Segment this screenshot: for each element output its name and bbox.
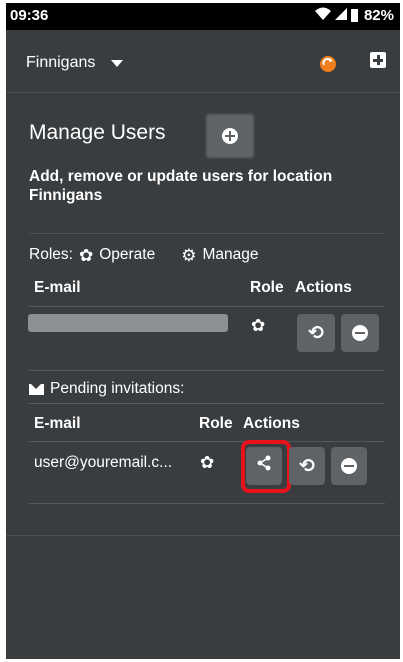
remove-user-button[interactable] [341, 314, 379, 352]
location-name: Finnigans [26, 54, 96, 71]
refresh-icon: ⟲ [299, 455, 315, 477]
section-divider [29, 233, 385, 234]
pending-row-divider [29, 503, 385, 504]
users-actions-header: Actions [295, 279, 352, 296]
pending-divider [29, 403, 385, 404]
gear-icon[interactable]: ✿ [251, 317, 265, 334]
pending-header-divider [29, 441, 385, 442]
status-right: 82% [314, 7, 394, 24]
plus-box-icon[interactable] [370, 52, 386, 68]
gear-icon: ✿ [78, 245, 94, 265]
users-row-divider [29, 370, 385, 371]
gear-icon[interactable]: ✿ [200, 454, 214, 471]
refresh-icon: ⟲ [308, 322, 324, 344]
users-header-divider [29, 306, 385, 307]
users-email-header: E-mail [34, 279, 81, 296]
app-bar: Finnigans [6, 30, 400, 92]
plus-circle-icon [222, 128, 238, 144]
location-selector[interactable]: Finnigans [26, 54, 124, 72]
status-bar: 09:36 82% [6, 3, 400, 30]
pending-label-text: Pending invitations: [50, 380, 185, 397]
highlight-box [241, 440, 291, 493]
users-role-header: Role [250, 279, 284, 296]
battery-level: 82% [363, 7, 394, 24]
chevron-down-icon [111, 59, 124, 67]
page-title: Manage Users [29, 121, 166, 144]
sync-icon[interactable] [318, 54, 338, 74]
cancel-invitation-button[interactable] [331, 447, 367, 485]
minus-circle-icon [341, 458, 357, 474]
role-operate-label: Operate [99, 246, 156, 263]
roles-label: Roles: [29, 246, 73, 263]
app-bar-divider [6, 92, 400, 93]
redacted-email [28, 314, 228, 332]
pending-actions-header: Actions [243, 415, 300, 432]
roles-legend: Roles: ✿ Operate ⚙ Manage [29, 246, 258, 264]
refresh-role-button[interactable]: ⟲ [297, 314, 335, 352]
envelope-icon [29, 383, 44, 395]
battery-icon [350, 9, 358, 22]
app-screen: 09:36 82% Finnigans Manage Users Add, re… [6, 3, 400, 659]
page-subtitle: Add, remove or update users for location… [29, 168, 333, 204]
add-user-button[interactable] [205, 113, 255, 159]
resend-invitation-button[interactable]: ⟲ [289, 447, 325, 485]
wifi-icon [314, 7, 331, 24]
signal-icon [334, 7, 347, 24]
pending-invitations-label: Pending invitations: [29, 380, 184, 398]
pending-email: user@youremail.c... [34, 454, 173, 471]
pending-email-header: E-mail [34, 415, 81, 432]
content-end-divider [6, 535, 400, 536]
minus-circle-icon [352, 325, 368, 341]
status-time: 09:36 [10, 7, 49, 24]
pending-role-header: Role [199, 415, 233, 432]
role-manage-label: Manage [202, 246, 259, 263]
gears-icon: ⚙ [181, 245, 197, 265]
